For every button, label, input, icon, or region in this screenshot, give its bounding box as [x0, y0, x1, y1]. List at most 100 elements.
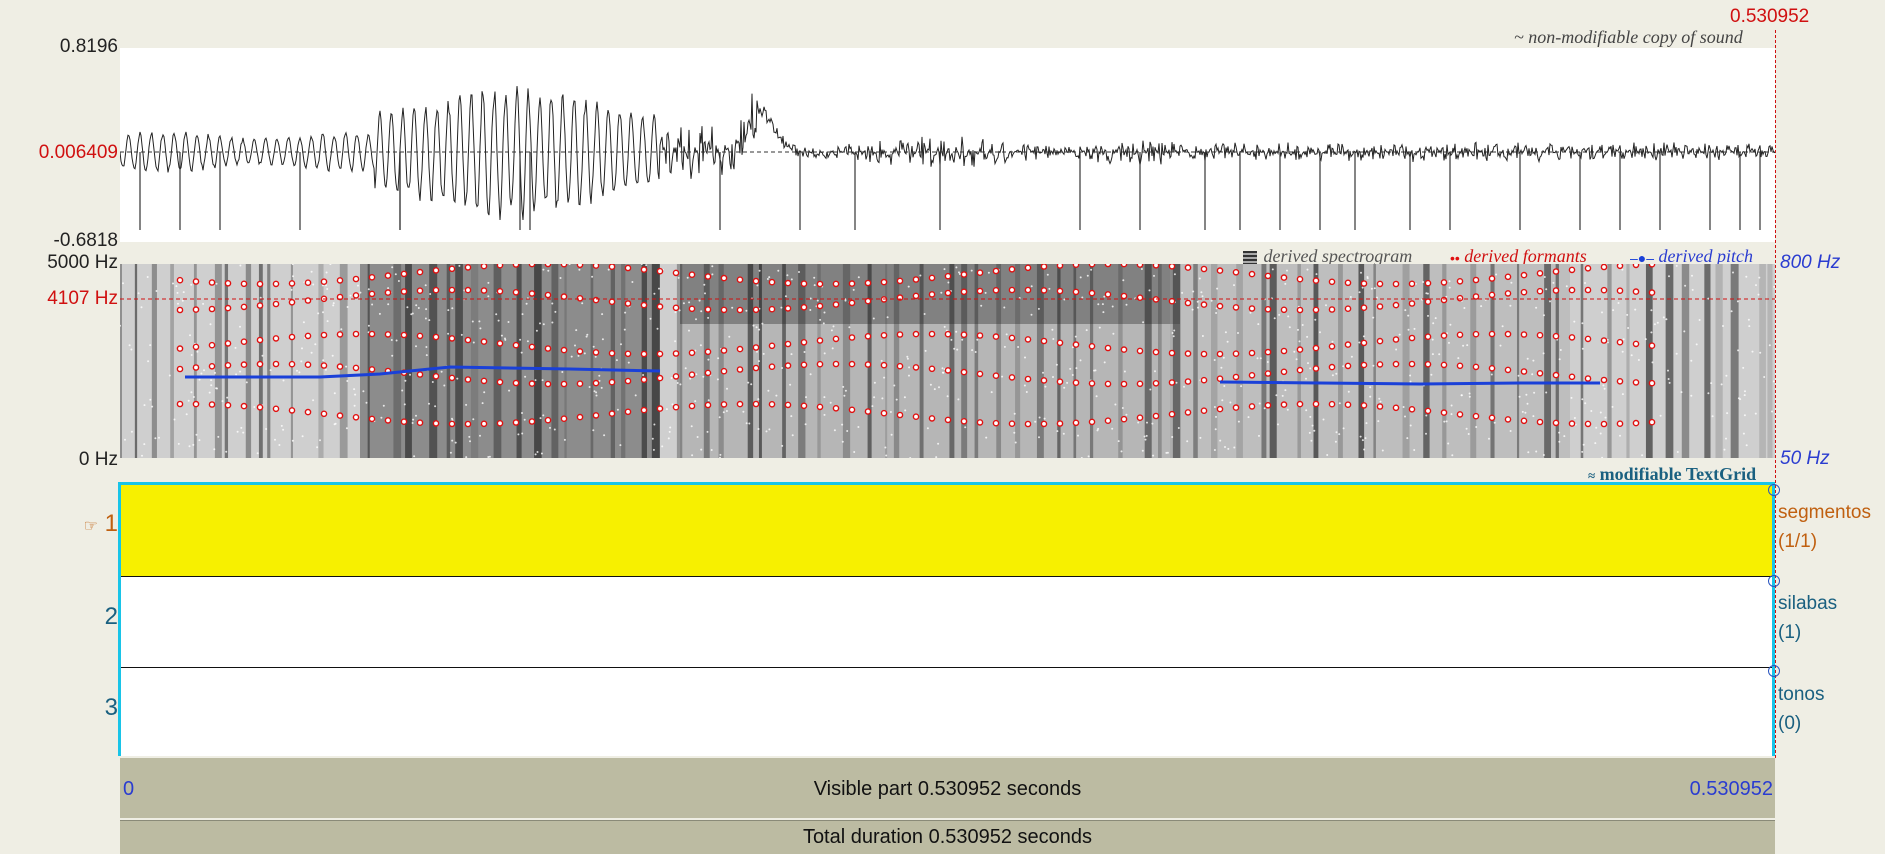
spectrogram-speckle — [539, 322, 541, 325]
visible-part-bar[interactable]: 0 Visible part 0.530952 seconds 0.530952 — [120, 758, 1775, 818]
formant-point — [1008, 266, 1016, 273]
spectrogram-speckle — [980, 304, 983, 307]
spectrogram-speckle — [1338, 402, 1341, 405]
sound-y-cursor: 0.006409 — [38, 142, 118, 163]
tier-1[interactable] — [121, 485, 1772, 577]
spectrogram-speckle — [326, 320, 329, 323]
formant-point — [864, 408, 872, 415]
spectrogram-speckle — [1362, 335, 1365, 338]
spectrogram-speckle — [1284, 282, 1287, 285]
spectrogram-speckle — [1499, 344, 1502, 347]
spectrogram-speckle — [649, 317, 652, 320]
spectrogram-speckle — [1233, 284, 1235, 287]
spectrogram-speckle — [460, 333, 463, 336]
formant-point — [672, 350, 680, 357]
formant-point — [880, 409, 888, 417]
spectrogram-speckle — [1603, 387, 1606, 390]
formant-point — [1120, 380, 1128, 388]
spectrogram-speckle — [904, 409, 907, 412]
spectrogram-speckle — [424, 284, 427, 287]
formant-point — [576, 264, 584, 269]
spectrogram-speckle — [871, 405, 874, 408]
spectrogram-speckle — [458, 264, 461, 267]
formant-point — [1456, 331, 1464, 339]
spectrogram-speckle — [256, 452, 259, 455]
tier-1-number[interactable]: ☞ 1 — [0, 510, 118, 538]
spectrogram-striation — [1118, 264, 1123, 458]
tier-2-circle[interactable] — [1768, 575, 1780, 587]
spectrogram-speckle — [955, 330, 958, 333]
spectrogram-speckle — [674, 340, 677, 343]
tier-1-number-text: 1 — [104, 510, 118, 537]
formant-point — [544, 264, 552, 268]
spectrogram-speckle — [1365, 422, 1368, 425]
spectrogram-speckle — [380, 416, 383, 419]
formant-point — [1648, 264, 1656, 268]
spectrogram-speckle — [265, 428, 268, 430]
tier-3-circle[interactable] — [1768, 665, 1780, 677]
formant-point — [1424, 333, 1432, 340]
spectrogram-speckle — [1743, 414, 1746, 417]
formant-point — [1600, 264, 1608, 271]
spectrogram-striation — [134, 264, 138, 458]
tier-1-circle[interactable] — [1768, 484, 1780, 496]
spectrogram-speckle — [547, 269, 550, 272]
spectrogram-speckle — [747, 381, 750, 384]
spectrogram-speckle — [1149, 388, 1152, 391]
spectrogram-speckle — [748, 422, 751, 425]
spectrogram-panel[interactable] — [120, 264, 1775, 458]
formant-point — [1280, 306, 1288, 314]
spectrogram-speckle — [1650, 309, 1653, 312]
formant-point — [1040, 264, 1048, 270]
spectrogram-speckle — [541, 379, 544, 382]
total-duration-bar[interactable]: Total duration 0.530952 seconds — [120, 820, 1775, 854]
spectrogram-speckle — [1617, 302, 1620, 304]
spectrogram-speckle — [202, 302, 205, 305]
tier-3-number[interactable]: 3 — [0, 694, 118, 722]
spectrogram-speckle — [1278, 313, 1281, 316]
waveform-panel[interactable] — [120, 48, 1775, 242]
formant-point — [1456, 294, 1464, 302]
spectrogram-speckle — [669, 426, 672, 429]
spectrogram-speckle — [1023, 384, 1026, 387]
spectrogram-speckle — [1350, 355, 1353, 358]
spectrogram-speckle — [1634, 308, 1637, 311]
spectrogram-speckle — [1102, 311, 1105, 314]
spectrogram-speckle — [1258, 402, 1261, 405]
formant-point — [1632, 340, 1640, 348]
tier-3[interactable] — [121, 668, 1772, 756]
spectrogram-speckle — [1148, 289, 1151, 292]
formant-point — [1648, 289, 1656, 296]
textgrid-panel[interactable] — [118, 482, 1775, 756]
tier-2-name: silabas — [1778, 593, 1838, 614]
spectrogram-speckle — [1224, 446, 1226, 448]
formant-point — [1312, 306, 1320, 314]
spectrogram-striation — [867, 264, 872, 458]
formant-point — [592, 379, 600, 387]
spectrogram-speckle — [1627, 327, 1630, 329]
formant-point — [240, 402, 248, 410]
formant-point — [1264, 370, 1272, 377]
spectrogram-speckle — [933, 388, 936, 391]
spectrogram-speckle — [784, 295, 787, 298]
spectrogram-speckle — [324, 368, 327, 371]
formant-point — [384, 417, 392, 424]
spectrogram-speckle — [893, 384, 896, 387]
spectrogram-speckle — [456, 377, 459, 380]
formant-point — [448, 335, 456, 342]
spectrogram-speckle — [872, 317, 875, 320]
spectrogram-speckle — [1322, 418, 1325, 421]
spectrogram-speckle — [1281, 394, 1284, 397]
spectrogram-speckle — [526, 340, 529, 343]
formant-point — [1632, 264, 1640, 269]
spectrogram-speckle — [1398, 333, 1401, 336]
formant-point — [832, 301, 840, 308]
tier-2[interactable] — [121, 577, 1772, 668]
spectrogram-speckle — [695, 318, 697, 321]
spectrogram-speckle — [1373, 287, 1376, 290]
formant-point — [1568, 420, 1576, 427]
spectrogram-speckle — [198, 378, 201, 381]
spectrogram-speckle — [479, 327, 482, 330]
tier-2-number[interactable]: 2 — [0, 603, 118, 631]
cursor-line[interactable] — [1775, 30, 1776, 758]
